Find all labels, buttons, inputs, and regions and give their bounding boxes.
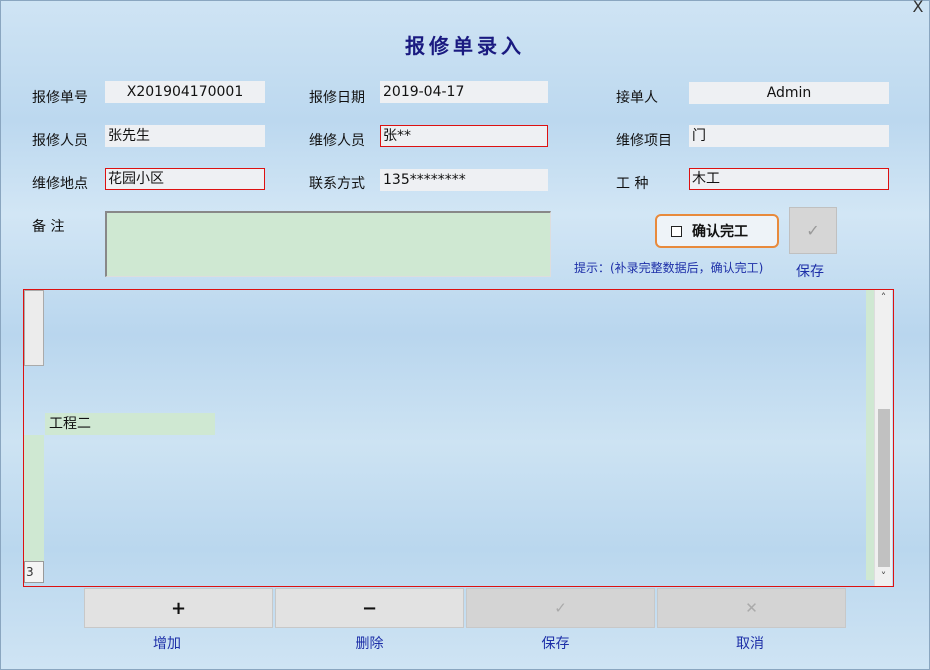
location-field[interactable]: 花园小区 bbox=[105, 168, 265, 190]
notes-label: 备 注 bbox=[32, 219, 65, 235]
grid-right-stripe bbox=[866, 290, 874, 580]
add-button-label[interactable]: 增加 bbox=[84, 633, 250, 653]
report-date-field[interactable]: 2019-04-17 bbox=[380, 81, 548, 103]
delete-button-label[interactable]: 删除 bbox=[275, 633, 464, 653]
checkbox-icon bbox=[671, 225, 682, 237]
delete-button[interactable]: − bbox=[275, 588, 464, 628]
save-button-label[interactable]: 保存 bbox=[466, 633, 645, 653]
check-icon: ✓ bbox=[554, 599, 567, 617]
check-icon: ✓ bbox=[806, 221, 820, 240]
repairer-field[interactable]: 张** bbox=[380, 125, 548, 147]
scroll-up-icon[interactable]: ˄ bbox=[875, 291, 892, 305]
hint-text: 提示：(补录完整数据后，确认完工) bbox=[574, 261, 764, 275]
grid-row-header[interactable] bbox=[24, 290, 44, 366]
receiver-label: 接单人 bbox=[616, 90, 658, 106]
plus-icon: + bbox=[170, 597, 187, 619]
page-title: 报修单录入 bbox=[405, 34, 525, 58]
contact-label: 联系方式 bbox=[309, 176, 365, 192]
top-save-label: 保存 bbox=[796, 264, 824, 280]
confirm-complete-checkbox[interactable]: 确认完工 bbox=[655, 214, 779, 248]
contact-field[interactable]: 135******** bbox=[380, 169, 548, 191]
repair-item-field[interactable]: 门 bbox=[689, 125, 889, 147]
notes-textarea[interactable] bbox=[105, 211, 551, 277]
repair-item-label: 维修项目 bbox=[616, 133, 672, 149]
receiver-field[interactable]: Admin bbox=[689, 82, 889, 104]
grid-row-indicator bbox=[24, 435, 44, 565]
detail-grid[interactable]: 工程二 3 ˄ ˅ bbox=[23, 289, 894, 587]
trade-label: 工 种 bbox=[616, 176, 649, 192]
reporter-label: 报修人员 bbox=[32, 133, 88, 149]
close-window-button[interactable]: X bbox=[908, 0, 928, 16]
grid-cell[interactable]: 工程二 bbox=[45, 413, 215, 435]
trade-field[interactable]: 木工 bbox=[689, 168, 889, 190]
vertical-scrollbar[interactable]: ˄ ˅ bbox=[874, 290, 892, 586]
save-button[interactable]: ✓ bbox=[466, 588, 655, 628]
add-button[interactable]: + bbox=[84, 588, 273, 628]
scroll-down-icon[interactable]: ˅ bbox=[875, 570, 892, 584]
confirm-complete-label: 确认完工 bbox=[692, 224, 748, 240]
order-no-field[interactable]: X201904170001 bbox=[105, 81, 265, 103]
cancel-button[interactable]: ✕ bbox=[657, 588, 846, 628]
cancel-button-label[interactable]: 取消 bbox=[657, 633, 843, 653]
close-icon: ✕ bbox=[745, 599, 758, 617]
location-label: 维修地点 bbox=[32, 176, 88, 192]
top-save-button[interactable]: ✓ bbox=[789, 207, 837, 254]
scroll-thumb[interactable] bbox=[878, 409, 890, 567]
report-date-label: 报修日期 bbox=[309, 90, 365, 106]
order-no-label: 报修单号 bbox=[32, 90, 88, 106]
reporter-field[interactable]: 张先生 bbox=[105, 125, 265, 147]
minus-icon: − bbox=[361, 597, 378, 619]
grid-row-count: 3 bbox=[24, 561, 44, 583]
repairer-label: 维修人员 bbox=[309, 133, 365, 149]
